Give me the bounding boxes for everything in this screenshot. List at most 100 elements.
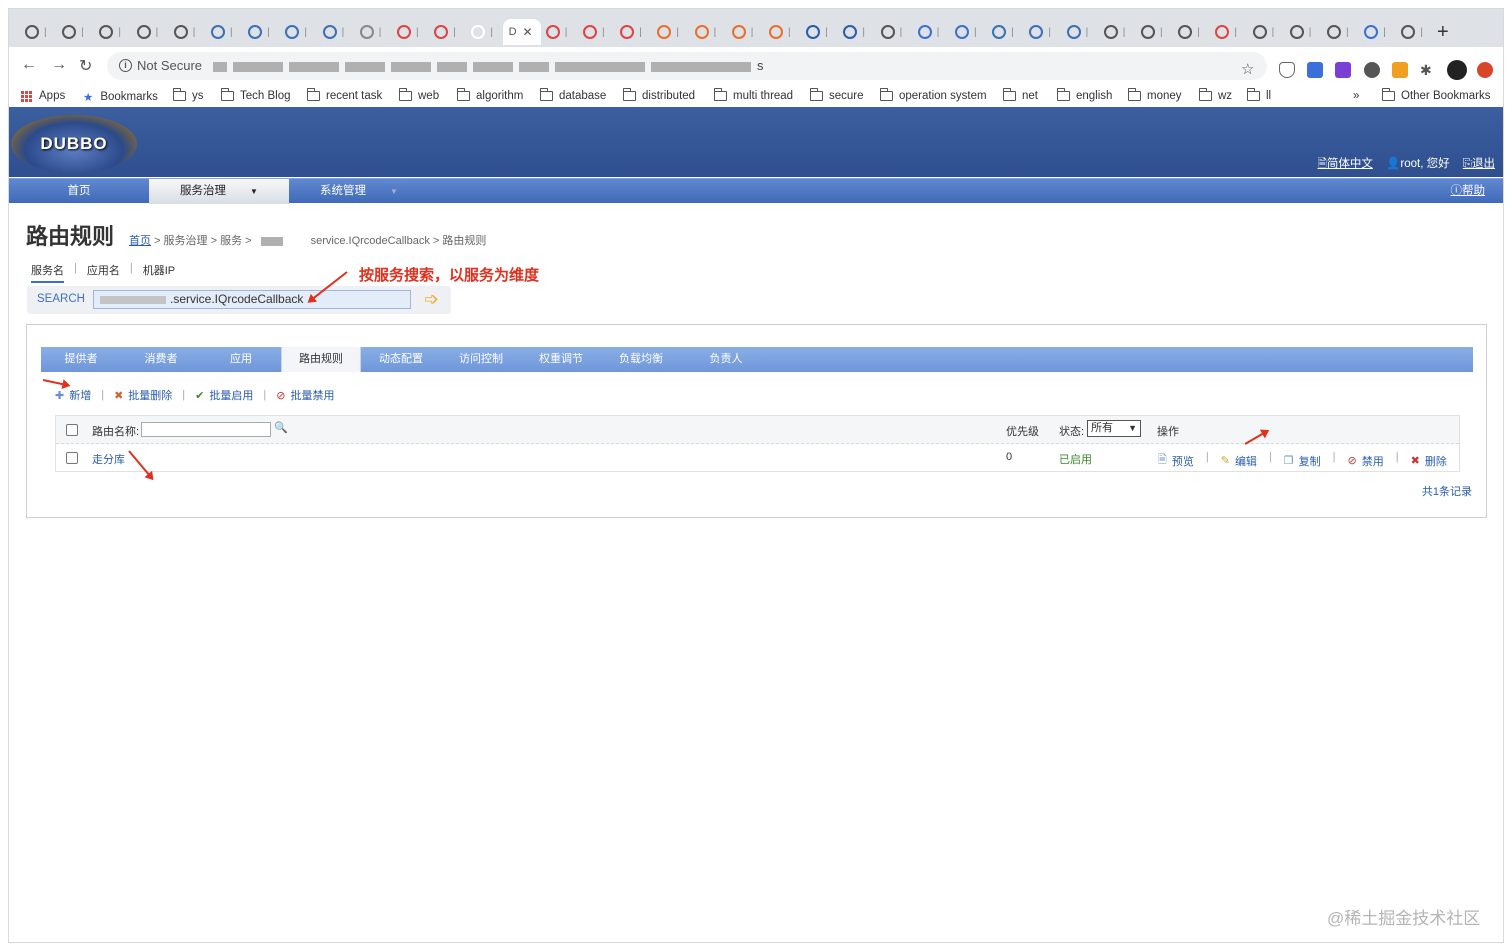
forward-icon[interactable]: → <box>51 56 67 74</box>
jp-extension-icon[interactable] <box>1335 62 1351 78</box>
bookmark-star-icon[interactable]: ☆ <box>1241 60 1254 78</box>
browser-tab[interactable]: | <box>93 19 128 45</box>
bookmark-item[interactable]: net <box>1003 88 1038 102</box>
tab-machine-ip[interactable]: 机器IP <box>143 262 175 283</box>
browser-tab[interactable]: | <box>19 19 54 45</box>
browser-tab[interactable]: | <box>912 19 947 45</box>
browser-tab[interactable]: | <box>168 19 203 45</box>
browser-tab[interactable]: | <box>1395 19 1430 45</box>
more-bookmarks-button[interactable]: » <box>1353 90 1359 102</box>
add-button[interactable]: ✚ 新增 <box>55 387 91 403</box>
preview-button[interactable]: 🗎 预览 <box>1158 451 1194 470</box>
browser-tab[interactable]: | <box>242 19 277 45</box>
bookmark-item[interactable]: database <box>540 88 606 102</box>
other-bookmarks[interactable]: Other Bookmarks <box>1382 88 1490 102</box>
logout-link[interactable]: ⎘退出 <box>1463 158 1495 170</box>
browser-tab[interactable]: | <box>391 19 426 45</box>
row-checkbox[interactable] <box>66 452 78 464</box>
browser-tab[interactable]: | <box>1209 19 1244 45</box>
browser-tab[interactable]: | <box>986 19 1021 45</box>
browser-tab[interactable]: | <box>428 19 463 45</box>
w-extension-icon[interactable] <box>1307 62 1323 78</box>
delete-button[interactable]: ✖ 删除 <box>1411 451 1447 470</box>
new-tab-button[interactable]: + <box>1437 21 1449 44</box>
browser-tab[interactable]: | <box>1358 19 1393 45</box>
browser-tab[interactable]: | <box>1284 19 1319 45</box>
shield-extension-icon[interactable] <box>1279 62 1295 78</box>
tab-service-name[interactable]: 服务名 <box>31 262 64 283</box>
browser-tab[interactable]: | <box>651 19 686 45</box>
bookmark-item[interactable]: ys <box>173 88 204 102</box>
menu-home[interactable]: 首页 <box>9 179 149 204</box>
bookmark-item[interactable]: Tech Blog <box>221 88 291 102</box>
browser-tab[interactable]: | <box>689 19 724 45</box>
tab-providers[interactable]: 提供者 <box>41 347 121 372</box>
browser-tab[interactable]: | <box>875 19 910 45</box>
route-name-link[interactable]: 走分库 <box>92 451 125 467</box>
bookmark-item[interactable]: english <box>1057 88 1112 102</box>
back-icon[interactable]: ← <box>21 56 37 74</box>
help-link[interactable]: ⓘ帮助 <box>1451 179 1486 204</box>
menu-service-governance[interactable]: 服务治理 ▼ <box>149 179 289 204</box>
bookmark-item[interactable]: secure <box>810 88 864 102</box>
address-bar[interactable]: i Not Secure s <box>107 52 1267 80</box>
edit-button[interactable]: ✎ 编辑 <box>1221 451 1257 470</box>
tab-loadbalance[interactable]: 负载均衡 <box>601 347 681 372</box>
search-icon[interactable]: 🔍 <box>274 421 288 434</box>
browser-tab[interactable]: | <box>354 19 389 45</box>
browser-tab[interactable]: | <box>1321 19 1356 45</box>
browser-tab[interactable]: | <box>614 19 649 45</box>
search-go-icon[interactable]: ➩ <box>424 290 444 308</box>
browser-tab[interactable]: | <box>1172 19 1207 45</box>
tab-routes[interactable]: 路由规则 <box>281 347 361 372</box>
browser-tab[interactable]: | <box>1098 19 1133 45</box>
bookmark-item[interactable]: web <box>399 88 439 102</box>
tab-weight[interactable]: 权重调节 <box>521 347 601 372</box>
orange-extension-icon[interactable] <box>1392 62 1408 78</box>
breadcrumb-home[interactable]: 首页 <box>129 235 151 247</box>
bookmark-item[interactable]: Apps <box>21 90 65 102</box>
bookmark-item[interactable]: ll <box>1247 88 1271 102</box>
batch-enable-button[interactable]: ✔ 批量启用 <box>195 387 253 403</box>
batch-disable-button[interactable]: ⊘ 批量禁用 <box>276 387 334 403</box>
batch-delete-button[interactable]: ✖ 批量删除 <box>114 387 172 403</box>
tab-access[interactable]: 访问控制 <box>441 347 521 372</box>
browser-tab[interactable]: | <box>837 19 872 45</box>
browser-tab[interactable]: | <box>1135 19 1170 45</box>
bookmark-item[interactable]: algorithm <box>457 88 523 102</box>
avatar[interactable] <box>1447 60 1467 80</box>
copy-extension-icon[interactable] <box>1364 62 1380 78</box>
status-select[interactable]: 所有 ▼ <box>1087 420 1141 437</box>
reload-icon[interactable]: ↻ <box>79 56 92 76</box>
bookmark-item[interactable]: wz <box>1199 88 1232 102</box>
browser-tab[interactable]: D ✕ <box>502 19 541 45</box>
browser-tab[interactable]: | <box>131 19 166 45</box>
update-icon[interactable] <box>1477 62 1493 78</box>
route-name-filter-input[interactable] <box>141 422 271 437</box>
browser-tab[interactable]: | <box>800 19 835 45</box>
browser-tab[interactable]: | <box>1023 19 1058 45</box>
browser-tab[interactable]: | <box>465 19 500 45</box>
language-link[interactable]: 🗎简体中文 <box>1318 158 1373 170</box>
browser-tab[interactable]: | <box>279 19 314 45</box>
bookmark-item[interactable]: multi thread <box>714 88 793 102</box>
tab-consumers[interactable]: 消费者 <box>121 347 201 372</box>
bookmark-item[interactable]: ★ Bookmarks <box>83 90 158 104</box>
close-tab-icon[interactable]: ✕ <box>523 25 533 39</box>
browser-tab[interactable]: | <box>540 19 575 45</box>
browser-tab[interactable]: | <box>317 19 352 45</box>
tab-app-name[interactable]: 应用名 <box>87 262 120 283</box>
bookmark-item[interactable]: recent task <box>307 88 382 102</box>
select-all-checkbox[interactable] <box>66 424 78 436</box>
tab-apps[interactable]: 应用 <box>201 347 281 372</box>
menu-system-admin[interactable]: 系统管理 ▼ <box>289 179 429 204</box>
browser-tab[interactable]: | <box>1247 19 1282 45</box>
tab-config[interactable]: 动态配置 <box>361 347 441 372</box>
browser-tab[interactable]: | <box>205 19 240 45</box>
browser-tab[interactable]: | <box>577 19 612 45</box>
disable-button[interactable]: ⊘ 禁用 <box>1348 451 1384 470</box>
tab-owners[interactable]: 负责人 <box>686 347 766 372</box>
info-icon[interactable]: i <box>119 59 132 72</box>
browser-tab[interactable]: | <box>56 19 91 45</box>
search-input[interactable]: .service.IQrcodeCallback <box>93 290 411 309</box>
